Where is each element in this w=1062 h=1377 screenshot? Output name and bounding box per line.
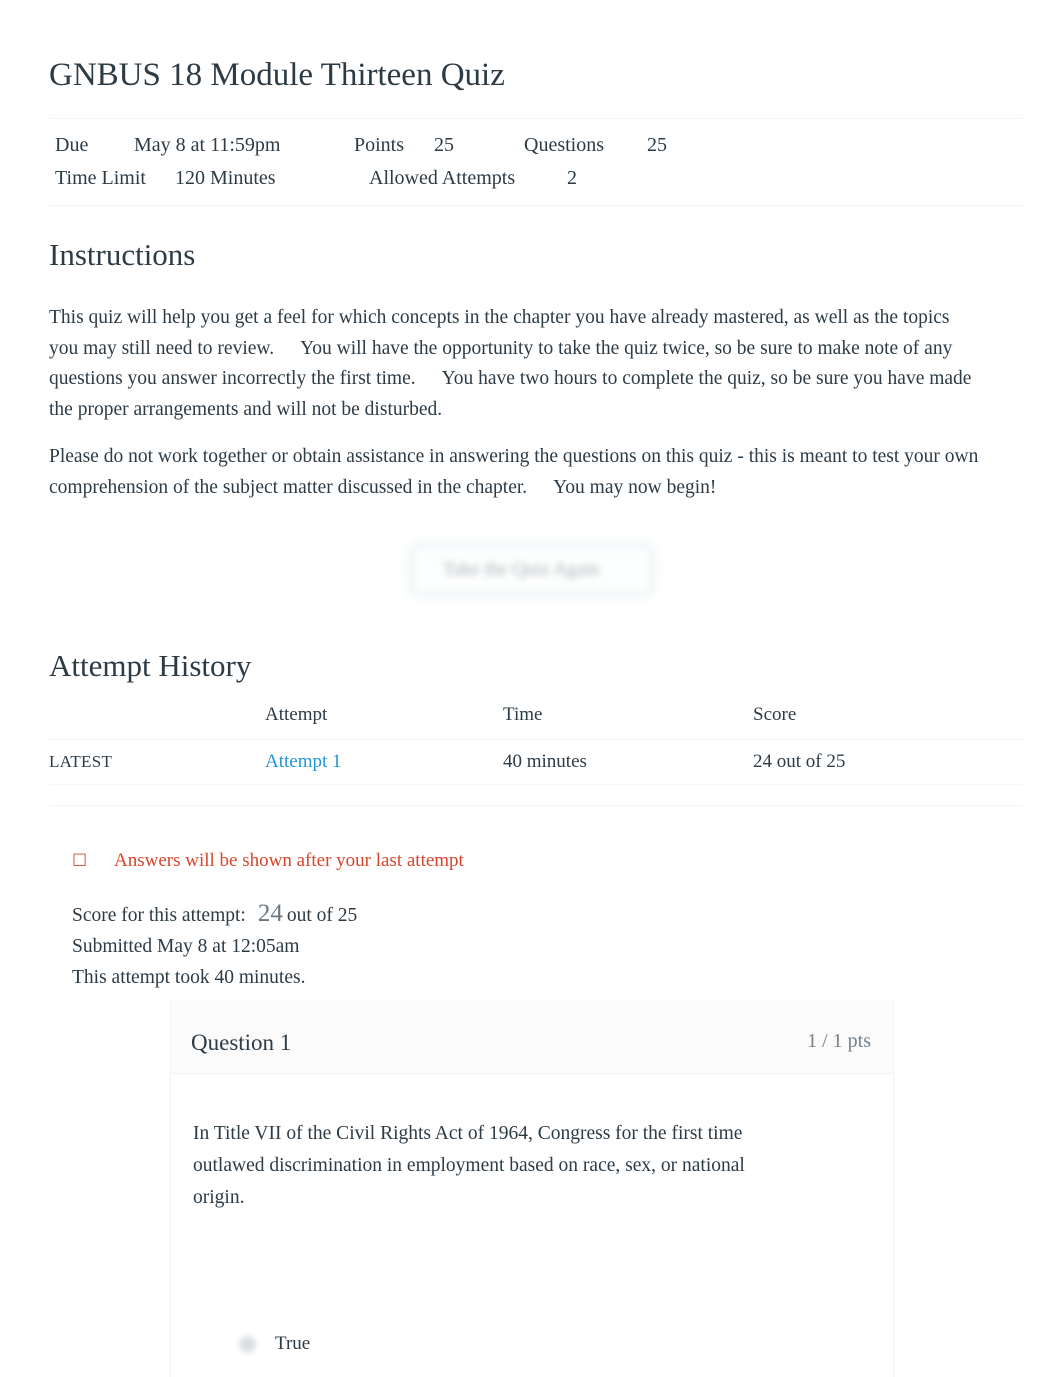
take-quiz-again-button-wrapper[interactable]: Take the Quiz Again — [405, 539, 660, 601]
score-suffix: out of 25 — [286, 905, 358, 926]
answers-notice: ☐ Answers will be shown after your last … — [72, 847, 464, 875]
attempt-history-table: Attempt Time Score LATEST Attempt 1 40 m… — [49, 700, 1023, 785]
answer-list: True — [193, 1329, 310, 1359]
attempt-history-body: LATEST Attempt 1 40 minutes 24 out of 25 — [49, 739, 1023, 785]
points-value: 25 — [434, 134, 454, 156]
points-label: Points — [354, 134, 405, 156]
score-label: Score for this attempt: — [72, 905, 246, 926]
quiz-results-page: GNBUS 18 Module Thirteen Quiz Due May 8 … — [0, 0, 1062, 1377]
column-header-score: Score — [753, 700, 1023, 740]
instructions-paragraph-2: Please do not work together or obtain as… — [49, 442, 979, 503]
questions-value: 25 — [647, 134, 667, 156]
duration-line: This attempt took 40 minutes. — [72, 967, 306, 988]
submitted-line: Submitted May 8 at 12:05am — [72, 936, 300, 957]
answer-option-true[interactable]: True — [193, 1329, 310, 1359]
question-points: 1 / 1 pts — [807, 1030, 871, 1052]
radio-button-icon[interactable] — [239, 1335, 256, 1353]
instructions-p2-sentence-1: Please do not work together or obtain as… — [49, 446, 979, 498]
question-title: Question 1 — [191, 1030, 292, 1055]
instructions-heading: Instructions — [49, 237, 196, 272]
answer-option-label: True — [275, 1333, 311, 1354]
quiz-details-row-2: Time Limit 120 Minutes Allowed Attempts … — [49, 162, 1023, 195]
due-label: Due — [55, 134, 89, 156]
instructions-p2-sentence-2: You may now begin! — [553, 476, 717, 498]
questions-label: Questions — [524, 134, 604, 156]
time-limit-value: 120 Minutes — [175, 167, 276, 189]
column-header-kept — [49, 700, 265, 740]
take-quiz-again-label: Take the Quiz Again — [443, 559, 600, 580]
question-header: Question 1 1 / 1 pts — [171, 1000, 893, 1074]
attempt-history-heading: Attempt History — [49, 648, 252, 683]
quiz-details-row-1: Due May 8 at 11:59pm Points 25 Questions… — [49, 129, 1023, 162]
allowed-attempts-value: 2 — [567, 167, 577, 189]
column-header-time: Time — [503, 700, 753, 740]
score-for-attempt-line: Score for this attempt: 24 out of 25 — [72, 898, 357, 931]
attempt-name-cell: Attempt 1 — [265, 739, 503, 785]
attempt-summary: Score for this attempt: 24 out of 25 Submi… — [72, 898, 357, 993]
attempt-score-cell: 24 out of 25 — [753, 739, 1023, 785]
question-text: In Title VII of the Civil Rights Act of … — [193, 1123, 745, 1208]
attempt-time-cell: 40 minutes — [503, 739, 753, 785]
attempt-kept-cell: LATEST — [49, 739, 265, 785]
page-title: GNBUS 18 Module Thirteen Quiz — [49, 57, 505, 93]
table-bottom-divider — [49, 805, 1023, 806]
quiz-details-band: Due May 8 at 11:59pm Points 25 Questions… — [49, 118, 1023, 206]
table-row: LATEST Attempt 1 40 minutes 24 out of 25 — [49, 739, 1023, 785]
question-body: In Title VII of the Civil Rights Act of … — [171, 1074, 893, 1354]
answers-notice-text: Answers will be shown after your last at… — [114, 850, 464, 871]
allowed-attempts-label: Allowed Attempts — [369, 167, 516, 189]
column-header-attempt: Attempt — [265, 700, 503, 740]
attempt-history-head: Attempt Time Score — [49, 700, 1023, 740]
attempt-1-link[interactable]: Attempt 1 — [265, 751, 342, 772]
question-card: Question 1 1 / 1 pts In Title VII of the… — [170, 1000, 894, 1377]
due-value: May 8 at 11:59pm — [134, 134, 281, 156]
instructions-paragraph-1: This quiz will help you get a feel for w… — [49, 303, 979, 425]
score-value: 24 — [257, 900, 283, 927]
latest-badge: LATEST — [49, 752, 113, 771]
table-header-row: Attempt Time Score — [49, 700, 1023, 740]
warning-icon: ☐ — [72, 851, 88, 871]
take-quiz-again-button[interactable]: Take the Quiz Again — [414, 548, 650, 592]
instructions-body: This quiz will help you get a feel for w… — [49, 303, 979, 520]
time-limit-label: Time Limit — [55, 167, 146, 189]
